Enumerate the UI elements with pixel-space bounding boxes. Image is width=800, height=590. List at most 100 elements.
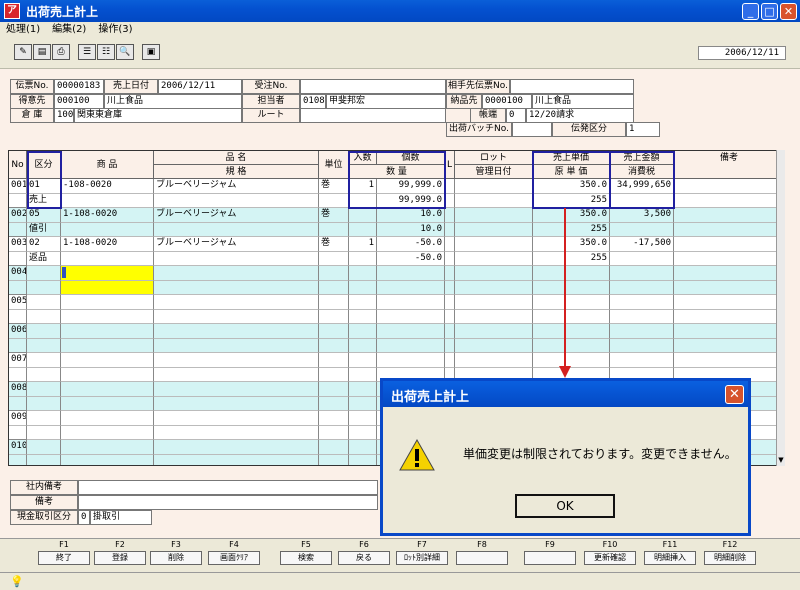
warehouse-code-field[interactable]: 100 (54, 108, 74, 123)
grid-cell[interactable] (455, 353, 533, 368)
grid-cell[interactable] (154, 454, 319, 465)
grid-cell[interactable] (455, 309, 533, 324)
amount-cell[interactable] (610, 295, 674, 310)
grid-cell[interactable] (349, 338, 377, 353)
grid-cell[interactable] (61, 396, 154, 411)
product-code-cell[interactable]: 1-108-0020 (61, 237, 154, 252)
grid-cell[interactable] (445, 280, 455, 295)
list2-icon[interactable]: ☷ (97, 44, 115, 60)
kosu-cell[interactable] (377, 324, 445, 339)
grid-cell[interactable] (61, 222, 154, 237)
kubun-code-cell[interactable] (27, 295, 61, 310)
product-code-cell[interactable] (61, 382, 154, 397)
ok-button[interactable]: OK (515, 494, 615, 518)
irisu-cell[interactable] (349, 208, 377, 223)
grid-cell[interactable] (61, 251, 154, 266)
grid-cell[interactable] (61, 454, 154, 465)
issue-class-field[interactable]: 1 (626, 122, 660, 137)
fkey-f12-button[interactable]: 明細削除 (704, 551, 756, 565)
kubun-name-cell[interactable] (27, 280, 61, 295)
grid-cell[interactable] (674, 280, 783, 295)
grid-cell[interactable] (445, 309, 455, 324)
kubun-name-cell[interactable]: 値引 (27, 222, 61, 237)
unit-cell[interactable] (319, 382, 349, 397)
tax-cell[interactable] (610, 251, 674, 266)
kosu-cell[interactable] (377, 295, 445, 310)
kubun-code-cell[interactable] (27, 411, 61, 426)
scroll-down-icon[interactable]: ▼ (777, 456, 785, 466)
minimize-button[interactable]: _ (742, 3, 759, 20)
grid-cell[interactable] (445, 208, 455, 223)
kubun-code-cell[interactable]: 05 (27, 208, 61, 223)
tax-cell[interactable] (610, 338, 674, 353)
fkey-f7-button[interactable]: ﾛｯﾄ別詳細 (396, 551, 448, 565)
grid-cell[interactable] (674, 251, 783, 266)
grid-cell[interactable] (319, 338, 349, 353)
grid-cell[interactable] (154, 193, 319, 208)
irisu-cell[interactable] (349, 324, 377, 339)
grid-cell[interactable] (319, 425, 349, 440)
batch-field[interactable] (512, 122, 552, 137)
print-icon[interactable]: ⎙ (52, 44, 70, 60)
kubun-code-cell[interactable] (27, 382, 61, 397)
search-icon[interactable]: 🔍 (116, 44, 134, 60)
partner-slip-field[interactable] (510, 79, 634, 94)
grid-cell[interactable] (445, 338, 455, 353)
list-icon[interactable]: ☰ (78, 44, 96, 60)
amount-cell[interactable] (610, 353, 674, 368)
irisu-cell[interactable] (349, 353, 377, 368)
grid-cell[interactable] (9, 280, 27, 295)
grid-cell[interactable] (61, 425, 154, 440)
grid-cell[interactable] (349, 425, 377, 440)
product-name-cell[interactable]: ブルーベリージャム (154, 237, 319, 252)
grid-cell[interactable] (445, 295, 455, 310)
tax-cell[interactable] (610, 222, 674, 237)
unit-cell[interactable] (319, 353, 349, 368)
irisu-cell[interactable] (349, 411, 377, 426)
grid-cell[interactable] (9, 222, 27, 237)
irisu-cell[interactable] (349, 440, 377, 455)
product-name-cell[interactable] (154, 295, 319, 310)
product-code-cell[interactable] (61, 295, 154, 310)
close-button[interactable]: ✕ (780, 3, 797, 20)
grid-cell[interactable] (9, 251, 27, 266)
product-code-cell[interactable] (61, 411, 154, 426)
grid-cell[interactable] (349, 454, 377, 465)
kubun-name-cell[interactable] (27, 396, 61, 411)
grid-cell[interactable] (349, 309, 377, 324)
account-code-field[interactable]: 0 (506, 108, 526, 123)
tax-cell[interactable] (610, 309, 674, 324)
product-name-cell[interactable] (154, 411, 319, 426)
fkey-f3-button[interactable]: 削除 (150, 551, 202, 565)
unit-cell[interactable]: 巻 (319, 208, 349, 223)
grid-cell[interactable] (674, 266, 783, 281)
grid-cell[interactable] (455, 324, 533, 339)
grid-cell[interactable] (61, 309, 154, 324)
grid-cell[interactable] (9, 425, 27, 440)
grid-cell[interactable] (154, 280, 319, 295)
irisu-cell[interactable] (349, 266, 377, 281)
grid-cell[interactable] (455, 208, 533, 223)
grid-cell[interactable] (674, 193, 783, 208)
kosu-cell[interactable] (377, 353, 445, 368)
grid-cell[interactable] (674, 338, 783, 353)
kosu-cell[interactable]: -50.0 (377, 237, 445, 252)
grid-cell[interactable] (319, 280, 349, 295)
menu-edit[interactable]: 編集(2) (52, 24, 86, 35)
grid-cell[interactable] (9, 338, 27, 353)
product-name-cell[interactable] (154, 382, 319, 397)
kubun-name-cell[interactable] (27, 338, 61, 353)
slip-no-field[interactable]: 00000183 (54, 79, 104, 94)
suryo-cell[interactable] (377, 280, 445, 295)
unit-cell[interactable] (319, 411, 349, 426)
product-name-cell[interactable]: ブルーベリージャム (154, 208, 319, 223)
menu-process[interactable]: 処理(1) (6, 24, 40, 35)
dialog-close-button[interactable]: ✕ (725, 385, 744, 404)
irisu-cell[interactable]: 1 (349, 237, 377, 252)
grid-cell[interactable] (674, 295, 783, 310)
grid-cell[interactable] (445, 251, 455, 266)
grid-cell[interactable] (445, 266, 455, 281)
grid-cell[interactable] (349, 222, 377, 237)
grid-cell[interactable] (674, 324, 783, 339)
grid-cell[interactable] (154, 396, 319, 411)
